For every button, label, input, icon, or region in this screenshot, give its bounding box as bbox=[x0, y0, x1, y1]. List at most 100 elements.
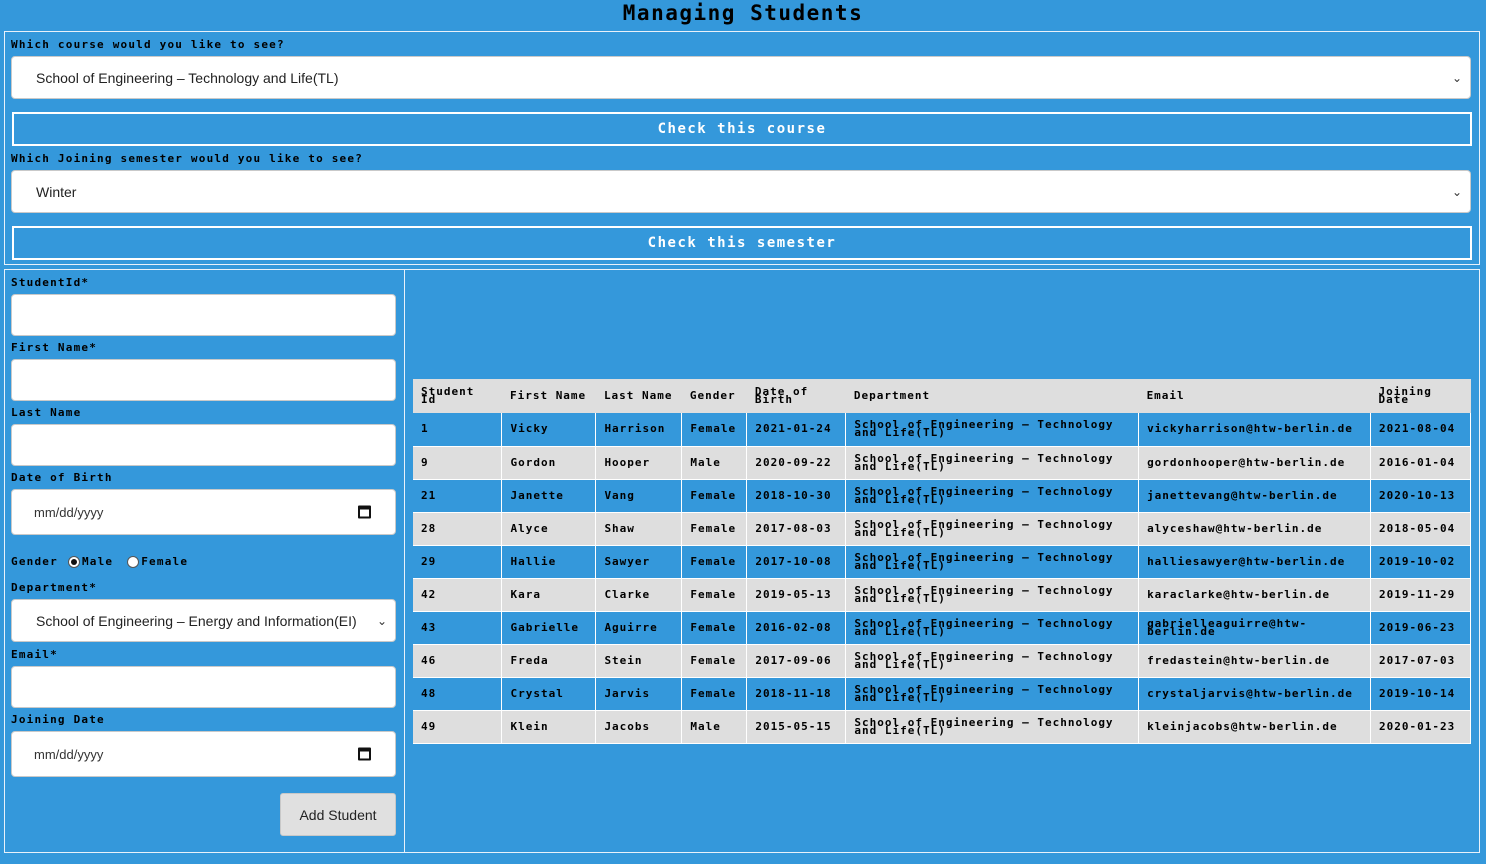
table-cell: Clarke bbox=[595, 578, 683, 611]
gender-female-label[interactable]: Female bbox=[141, 555, 188, 568]
semester-select-label: Which Joining semester would you like to… bbox=[11, 152, 364, 165]
table-row[interactable]: 1 Vicky Harrison Female 2021-01-24 School of … bbox=[413, 413, 1472, 446]
gender-male-radio[interactable] bbox=[67, 555, 80, 568]
column-header[interactable]: Gender bbox=[681, 379, 747, 413]
first-name-label: First Name* bbox=[11, 341, 98, 354]
table-cell: Female bbox=[681, 644, 748, 677]
column-header[interactable]: Date of Birth bbox=[746, 379, 846, 413]
department-label: Department* bbox=[11, 581, 98, 594]
table-cell: alyceshaw@htw-berlin.de bbox=[1138, 512, 1371, 545]
table-cell: Male bbox=[681, 710, 748, 743]
table-row[interactable]: 9 Gordon Hooper Male 2020-09-22 School of Eng… bbox=[413, 446, 1472, 479]
table-cell: Female bbox=[681, 677, 748, 710]
department-select-value: School of Engineering – Energy and Infor… bbox=[36, 612, 357, 629]
table-cell: Female bbox=[681, 611, 748, 644]
calendar-icon[interactable] bbox=[358, 505, 371, 519]
table-row[interactable]: 46 Freda Stein Female 2017-09-06 School of En… bbox=[413, 644, 1472, 677]
table-cell: gabrielleaguirre@htw-berlin.de bbox=[1138, 611, 1371, 644]
table-row[interactable]: 29 Hallie Sawyer Female 2017-10-08 School of … bbox=[413, 545, 1472, 578]
table-cell: Jacobs bbox=[595, 710, 683, 743]
table-cell: 2018-11-18 bbox=[746, 677, 847, 710]
table-cell: 2019-10-02 bbox=[1370, 545, 1472, 578]
dob-field[interactable]: mm/dd/yyyy bbox=[11, 489, 396, 535]
table-cell: 1 bbox=[413, 413, 503, 446]
course-select[interactable]: School of Engineering – Technology and L… bbox=[11, 56, 1471, 99]
table-row[interactable]: 43 Gabrielle Aguirre Female 2016-02-08 School… bbox=[413, 611, 1472, 644]
table-cell: 2016-01-04 bbox=[1370, 446, 1472, 479]
gender-female-radio[interactable] bbox=[127, 555, 140, 568]
column-header[interactable]: Department bbox=[845, 379, 1139, 413]
table-row[interactable]: 42 Kara Clarke Female 2019-05-13 School of En… bbox=[413, 578, 1472, 611]
table-cell: 2015-05-15 bbox=[746, 710, 847, 743]
table-cell: Kara bbox=[501, 578, 597, 611]
table-cell: 42 bbox=[413, 578, 503, 611]
column-header[interactable]: Joining Date bbox=[1370, 379, 1471, 413]
first-name-field[interactable] bbox=[11, 359, 396, 401]
table-cell: 43 bbox=[413, 611, 503, 644]
table-cell: School of Engineering – Technology and L… bbox=[845, 578, 1140, 611]
table-cell: 2016-02-08 bbox=[746, 611, 847, 644]
table-row[interactable]: 48 Crystal Jarvis Female 2018-11-18 School of… bbox=[413, 677, 1472, 710]
add-student-button[interactable]: Add Student bbox=[280, 793, 396, 836]
filter-panel: Which course would you like to see? Scho… bbox=[4, 31, 1480, 265]
column-header[interactable]: Last Name bbox=[595, 379, 682, 413]
table-cell: vickyharrison@htw-berlin.de bbox=[1138, 413, 1371, 446]
table-cell: School of Engineering – Technology and L… bbox=[845, 545, 1140, 578]
check-course-button[interactable]: Check this course bbox=[12, 112, 1472, 146]
table-cell: 2019-10-14 bbox=[1370, 677, 1472, 710]
table-cell: 2020-01-23 bbox=[1370, 710, 1472, 743]
table-cell: 2019-05-13 bbox=[746, 578, 847, 611]
table-cell: Female bbox=[681, 578, 748, 611]
table-cell: Alyce bbox=[501, 512, 597, 545]
joining-date-label: Joining Date bbox=[11, 713, 105, 726]
email-label: Email* bbox=[11, 648, 58, 661]
email-field[interactable] bbox=[11, 666, 396, 708]
last-name-field[interactable] bbox=[11, 424, 396, 466]
course-select-value: School of Engineering – Technology and L… bbox=[36, 69, 339, 86]
check-semester-button[interactable]: Check this semester bbox=[12, 226, 1472, 260]
course-select-label: Which course would you like to see? bbox=[11, 38, 285, 51]
table-cell: 2018-10-30 bbox=[746, 479, 847, 512]
table-cell: Klein bbox=[501, 710, 597, 743]
table-cell: Janette bbox=[501, 479, 597, 512]
table-cell: 21 bbox=[413, 479, 503, 512]
chevron-down-icon: ⌄ bbox=[1451, 70, 1462, 85]
students-table: Student Id First Name Last Name Gender D… bbox=[413, 379, 1472, 744]
joining-date-field[interactable]: mm/dd/yyyy bbox=[11, 731, 396, 777]
table-cell: 9 bbox=[413, 446, 503, 479]
column-header[interactable]: Student Id bbox=[413, 379, 502, 413]
table-cell: 2017-07-03 bbox=[1370, 644, 1472, 677]
gender-group: Gender Male Female bbox=[11, 555, 188, 568]
table-cell: Crystal bbox=[501, 677, 597, 710]
semester-select-value: Winter bbox=[36, 183, 77, 200]
table-cell: School of Engineering – Technology and L… bbox=[845, 677, 1140, 710]
table-cell: 29 bbox=[413, 545, 503, 578]
semester-select[interactable]: Winter ⌄ bbox=[11, 170, 1471, 213]
table-cell: 2018-05-04 bbox=[1370, 512, 1472, 545]
gender-label: Gender bbox=[11, 555, 58, 568]
column-header[interactable]: Email bbox=[1138, 379, 1371, 413]
column-header[interactable]: First Name bbox=[501, 379, 596, 413]
table-cell: Male bbox=[681, 446, 748, 479]
table-cell: Female bbox=[681, 545, 748, 578]
table-cell: Female bbox=[681, 413, 748, 446]
chevron-down-icon: ⌄ bbox=[1451, 184, 1462, 199]
table-cell: Aguirre bbox=[595, 611, 683, 644]
table-cell: 49 bbox=[413, 710, 503, 743]
table-cell: Vicky bbox=[501, 413, 597, 446]
table-cell: 2017-09-06 bbox=[746, 644, 847, 677]
table-cell: Gordon bbox=[501, 446, 597, 479]
table-cell: kleinjacobs@htw-berlin.de bbox=[1138, 710, 1371, 743]
table-cell: 28 bbox=[413, 512, 503, 545]
table-row[interactable]: 49 Klein Jacobs Male 2015-05-15 School of Eng… bbox=[413, 710, 1472, 743]
table-cell: School of Engineering – Technology and L… bbox=[845, 611, 1140, 644]
table-cell: crystaljarvis@htw-berlin.de bbox=[1138, 677, 1371, 710]
table-row[interactable]: 21 Janette Vang Female 2018-10-30 School of E… bbox=[413, 479, 1472, 512]
student-id-label: StudentId* bbox=[11, 276, 90, 289]
table-row[interactable]: 28 Alyce Shaw Female 2017-08-03 School of Eng… bbox=[413, 512, 1472, 545]
gender-male-label[interactable]: Male bbox=[82, 555, 113, 568]
department-select[interactable]: School of Engineering – Energy and Infor… bbox=[11, 599, 396, 642]
last-name-label: Last Name bbox=[11, 406, 82, 419]
calendar-icon[interactable] bbox=[358, 747, 371, 761]
student-id-field[interactable] bbox=[11, 294, 396, 336]
